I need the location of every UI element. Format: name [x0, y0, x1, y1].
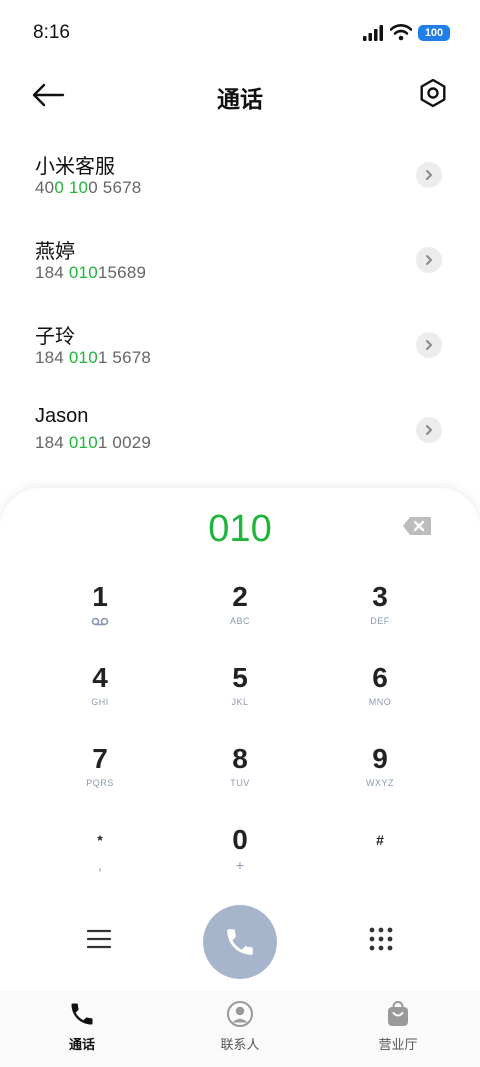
key-digit: 5: [232, 662, 248, 693]
contact-item[interactable]: 小米客服 400 100 5678: [0, 138, 480, 223]
nav-item-calls[interactable]: 通话: [32, 1000, 132, 1053]
key-4[interactable]: 4 GHI: [40, 661, 160, 731]
person-icon: [227, 1001, 253, 1027]
key-2[interactable]: 2 ABC: [180, 580, 300, 650]
key-digit: 7: [92, 743, 108, 774]
key-letters: WXYZ: [366, 778, 394, 788]
key-5[interactable]: 5 JKL: [180, 661, 300, 731]
bottom-navigation: 通话 联系人 营业厅: [0, 990, 480, 1067]
key-0[interactable]: 0 +: [180, 823, 300, 893]
menu-icon[interactable]: [86, 928, 112, 950]
header: 通话: [0, 66, 480, 126]
nav-label: 联系人: [220, 1037, 260, 1052]
key-letters: JKL: [231, 697, 249, 707]
keypad-grid-icon[interactable]: [368, 926, 394, 952]
key-digit: 6: [372, 662, 388, 693]
key-1[interactable]: 1: [40, 580, 160, 650]
key-6[interactable]: 6 MNO: [320, 661, 440, 731]
key-hash[interactable]: #: [320, 823, 440, 893]
contact-name: 小米客服: [35, 156, 115, 178]
chevron-right-icon: [426, 425, 432, 435]
key-star[interactable]: * ,: [40, 823, 160, 893]
contact-suggestion-list: 小米客服 400 100 5678 燕婷 184 01015689 子玲 184…: [0, 138, 480, 478]
contact-number: 184 0101 5678: [35, 348, 152, 367]
key-8[interactable]: 8 TUV: [180, 742, 300, 812]
key-digit: 2: [232, 581, 248, 612]
key-3[interactable]: 3 DEF: [320, 580, 440, 650]
page-title: 通话: [217, 86, 263, 112]
contact-detail-button[interactable]: [416, 247, 442, 273]
contact-detail-button[interactable]: [416, 332, 442, 358]
key-letters: ,: [98, 857, 102, 873]
key-letters: PQRS: [86, 778, 114, 788]
battery-level: 100: [424, 26, 444, 39]
phone-icon: [71, 1003, 93, 1025]
contact-item[interactable]: Jason 184 0101 0029: [0, 393, 480, 478]
voicemail-icon: [91, 617, 109, 626]
chevron-right-icon: [426, 170, 432, 180]
signal-icon: [363, 24, 383, 41]
key-letters: MNO: [368, 697, 392, 707]
contact-detail-button[interactable]: [416, 417, 442, 443]
nav-label: 营业厅: [378, 1037, 418, 1052]
contact-name: Jason: [35, 405, 89, 427]
contact-name: 燕婷: [35, 241, 75, 263]
nav-item-contacts[interactable]: 联系人: [190, 1000, 290, 1053]
status-time: 8:16: [33, 22, 70, 43]
key-digit: 0: [232, 824, 248, 855]
key-digit: 3: [372, 581, 388, 612]
key-letters: +: [235, 857, 245, 873]
status-icons: 100: [362, 24, 450, 41]
contact-item[interactable]: 子玲 184 0101 5678: [0, 308, 480, 393]
contact-detail-button[interactable]: [416, 162, 442, 188]
contact-number: 184 0101 0029: [35, 433, 152, 452]
phone-icon: [227, 929, 253, 955]
contact-item[interactable]: 燕婷 184 01015689: [0, 223, 480, 308]
battery-indicator: 100: [418, 24, 450, 41]
nav-item-service-hall[interactable]: 营业厅: [348, 1000, 448, 1053]
key-letters: TUV: [230, 778, 250, 788]
contact-number: 400 100 5678: [35, 178, 142, 197]
backspace-icon[interactable]: [402, 516, 432, 536]
contact-name: 子玲: [35, 326, 75, 348]
contact-number: 184 01015689: [35, 263, 147, 282]
key-digit: 1: [92, 581, 108, 612]
chevron-right-icon: [426, 340, 432, 350]
settings-hexagon-icon[interactable]: [418, 78, 448, 108]
status-bar: 8:16 100: [0, 0, 480, 66]
phone-dialer-screen: 8:16 100 通话 小米客服 400 100 5678 燕婷 184 010…: [0, 0, 480, 1067]
key-digit: #: [376, 832, 384, 848]
key-9[interactable]: 9 WXYZ: [320, 742, 440, 812]
dialer-panel: 010 1 2 ABC 3 DEF 4 GHI 5 JKL 6 MNO 7 PQ…: [0, 488, 480, 990]
key-letters: DEF: [370, 616, 390, 626]
key-letters: GHI: [91, 697, 109, 707]
key-7[interactable]: 7 PQRS: [40, 742, 160, 812]
bag-icon: [388, 1001, 408, 1026]
call-button[interactable]: [203, 905, 277, 979]
key-digit: 8: [232, 743, 248, 774]
key-letters: ABC: [229, 616, 250, 626]
key-digit: 4: [92, 662, 108, 693]
nav-label: 通话: [68, 1037, 95, 1052]
chevron-right-icon: [426, 255, 432, 265]
wifi-icon: [390, 24, 412, 41]
key-digit: 9: [372, 743, 388, 774]
key-digit: *: [97, 832, 103, 848]
